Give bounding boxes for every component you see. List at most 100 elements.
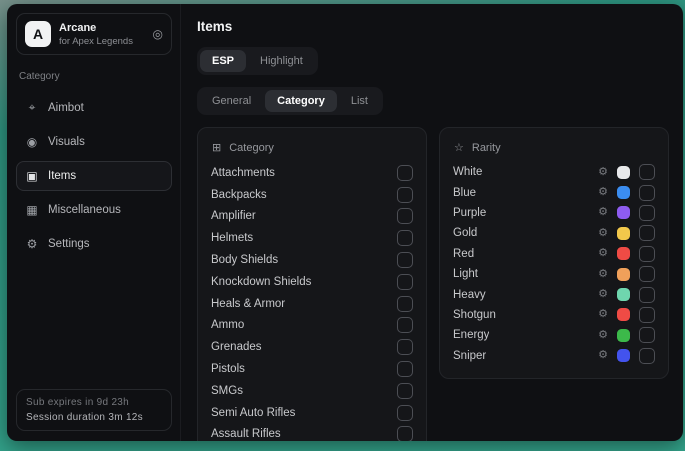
gear-icon[interactable]: ⚙ [598,350,608,361]
checkbox[interactable] [639,185,655,201]
rarity-row: Shotgun ⚙ [453,305,655,325]
category-label: Amplifier [211,210,256,222]
gear-icon[interactable]: ⚙ [598,248,608,259]
rarity-row: Purple ⚙ [453,203,655,223]
sidebar-nav-item[interactable]: ⚙ Settings [16,229,172,259]
checkbox[interactable] [639,287,655,303]
checkbox[interactable] [639,246,655,262]
rarity-list: White ⚙ Blue ⚙ [453,162,655,366]
app-subtitle: for Apex Legends [59,36,133,47]
tab[interactable]: General [200,90,263,112]
checkbox[interactable] [639,266,655,282]
category-label: Knockdown Shields [211,276,311,288]
checkbox[interactable] [397,361,413,377]
category-icon: ⊞ [212,141,221,154]
checkbox[interactable] [397,274,413,290]
color-swatch[interactable] [617,329,630,342]
category-label: Assault Rifles [211,428,281,440]
category-row: Grenades [211,336,413,358]
category-row: Knockdown Shields [211,271,413,293]
rarity-controls: ⚙ [598,266,655,282]
category-label: SMGs [211,385,243,397]
checkbox[interactable] [397,339,413,355]
checkbox[interactable] [397,383,413,399]
color-swatch[interactable] [617,308,630,321]
gear-icon[interactable]: ⚙ [598,289,608,300]
app-window: A Arcane for Apex Legends ◎ Category ⌖ A… [7,4,683,441]
rarity-controls: ⚙ [598,225,655,241]
checkbox[interactable] [397,230,413,246]
color-swatch[interactable] [617,247,630,260]
category-label: Backpacks [211,189,267,201]
sidebar-item-label: Miscellaneous [48,204,121,216]
scope-icon[interactable]: ◎ [153,27,163,41]
gear-icon: ⚙ [25,237,39,251]
gear-icon[interactable]: ⚙ [598,309,608,320]
checkbox[interactable] [397,208,413,224]
gear-icon[interactable]: ⚙ [598,207,608,218]
category-panel: ⊞ Category Attachments Backpacks [197,127,427,441]
color-swatch[interactable] [617,227,630,240]
category-row: Backpacks [211,184,413,206]
checkbox[interactable] [639,164,655,180]
checkbox[interactable] [397,317,413,333]
sidebar-item-label: Visuals [48,136,85,148]
checkbox[interactable] [397,165,413,181]
toggle-button[interactable]: Highlight [248,50,315,72]
checkbox[interactable] [639,205,655,221]
sidebar-item-label: Items [48,170,76,182]
checkbox[interactable] [639,225,655,241]
rarity-label: Blue [453,187,476,199]
color-swatch[interactable] [617,288,630,301]
checkbox[interactable] [397,426,413,441]
main-content: Items ESP Highlight General Category Lis… [181,4,683,441]
gear-icon[interactable]: ⚙ [598,167,608,178]
category-row: Attachments [211,162,413,184]
color-swatch[interactable] [617,166,630,179]
color-swatch[interactable] [617,186,630,199]
category-label: Attachments [211,167,275,179]
rarity-label: Heavy [453,289,486,301]
checkbox[interactable] [639,327,655,343]
category-row: Ammo [211,315,413,337]
category-row: Semi Auto Rifles [211,402,413,424]
color-swatch[interactable] [617,206,630,219]
sidebar-nav-item[interactable]: ⌖ Aimbot [16,92,172,123]
category-label: Grenades [211,341,262,353]
toggle-button[interactable]: ESP [200,50,246,72]
rarity-panel: ☆ Rarity White ⚙ [439,127,669,379]
sidebar-nav-item[interactable]: ◉ Visuals [16,127,172,157]
tab[interactable]: List [339,90,380,112]
rarity-row: Gold ⚙ [453,223,655,243]
color-swatch[interactable] [617,349,630,362]
checkbox[interactable] [397,187,413,203]
rarity-controls: ⚙ [598,327,655,343]
checkbox[interactable] [397,296,413,312]
gear-icon[interactable]: ⚙ [598,228,608,239]
category-label: Pistols [211,363,245,375]
rarity-label: Shotgun [453,309,496,321]
grid-icon: ▦ [25,203,39,217]
rarity-panel-header: ☆ Rarity [454,141,654,154]
category-panel-header: ⊞ Category [212,141,412,154]
gear-icon[interactable]: ⚙ [598,269,608,280]
checkbox[interactable] [397,252,413,268]
tabs-bar: General Category List [197,87,383,115]
rarity-label: Light [453,268,478,280]
checkbox[interactable] [397,405,413,421]
category-row: Pistols [211,358,413,380]
checkbox[interactable] [639,348,655,364]
checkbox[interactable] [639,307,655,323]
tab[interactable]: Category [265,90,337,112]
color-swatch[interactable] [617,268,630,281]
gear-icon[interactable]: ⚙ [598,187,608,198]
gear-icon[interactable]: ⚙ [598,330,608,341]
page-title: Items [197,19,669,34]
category-label: Heals & Armor [211,298,285,310]
category-row: Body Shields [211,249,413,271]
app-logo: A [25,21,51,47]
sidebar-nav-item[interactable]: ▣ Items [16,161,172,191]
sub-expiry-text: Sub expires in 9d 23h [26,397,162,408]
sidebar-section-label: Category [19,71,169,82]
sidebar-nav-item[interactable]: ▦ Miscellaneous [16,195,172,225]
